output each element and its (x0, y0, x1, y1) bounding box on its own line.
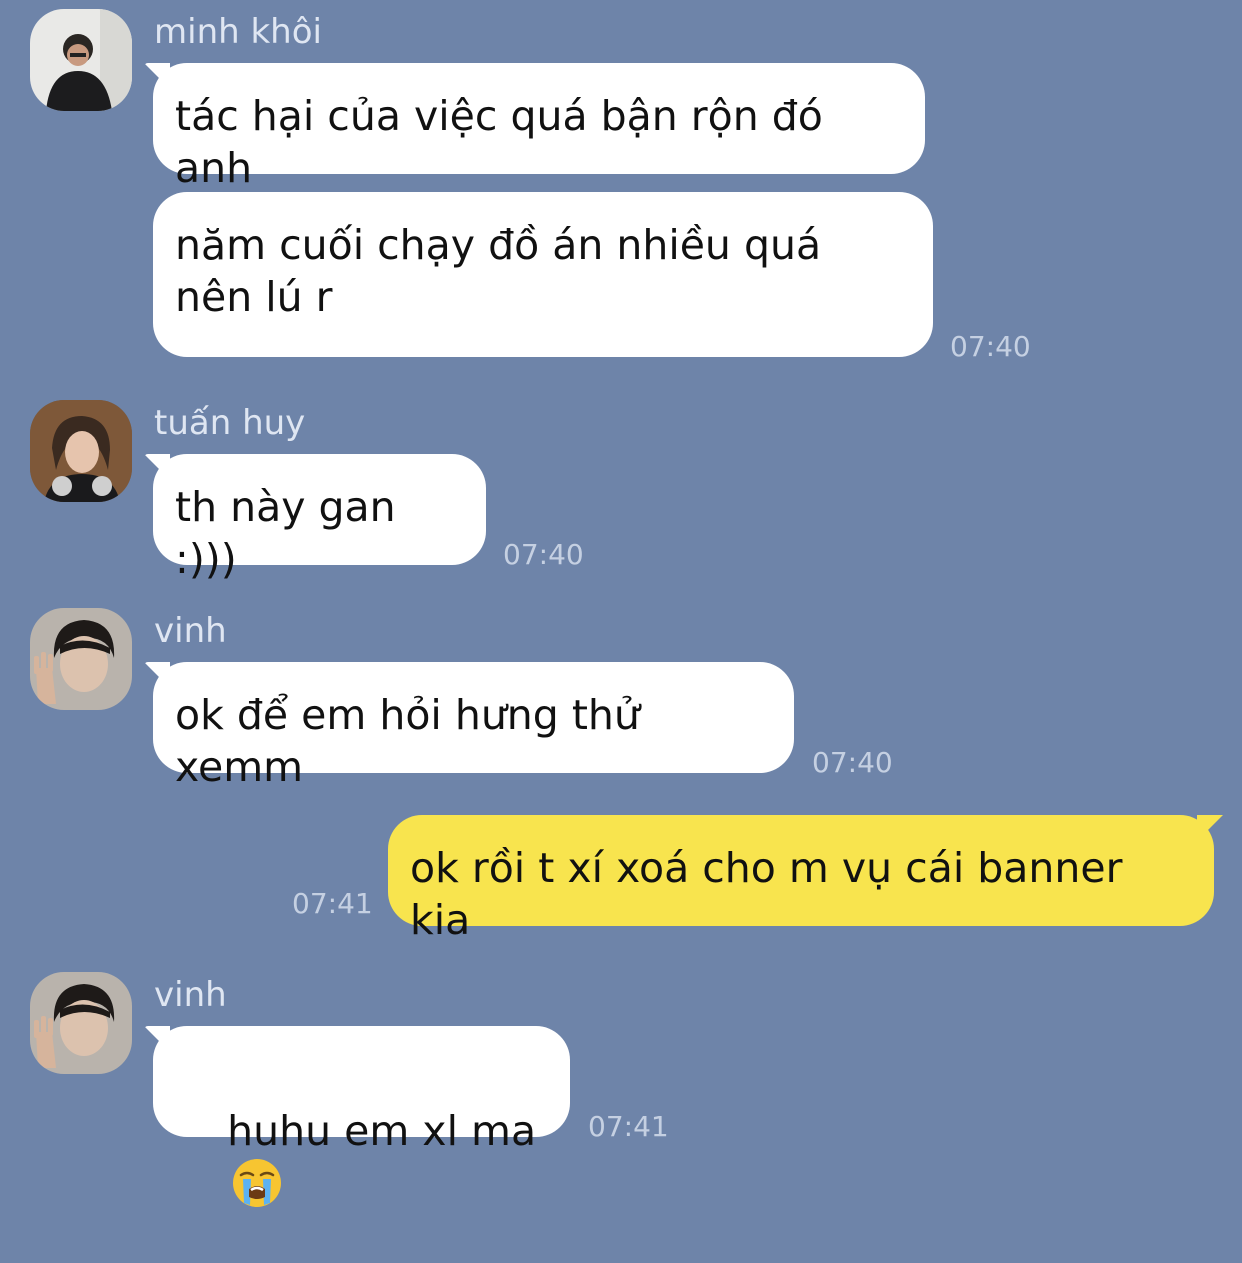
message-bubble[interactable]: tác hại của việc quá bận rộn đó anh (153, 63, 925, 192)
message-timestamp: 07:40 (503, 538, 584, 571)
chat-window: minh khôi tác hại của việc quá bận rộn đ… (0, 0, 1242, 1207)
message-timestamp: 07:41 (292, 887, 373, 920)
message-bubble[interactable]: ok để em hỏi hưng thử xemm (153, 662, 794, 791)
sender-name: vinh (154, 975, 227, 1015)
message-timestamp: 07:40 (812, 746, 893, 779)
message-text: huhu em xl ma (227, 1107, 537, 1155)
message-bubble[interactable]: năm cuối chạy đồ án nhiều quá nên lú r (153, 192, 933, 357)
avatar-vinh[interactable] (30, 972, 132, 1074)
message-timestamp: 07:40 (950, 330, 1031, 363)
avatar-minh-khoi[interactable] (30, 9, 132, 111)
sender-name: tuấn huy (154, 403, 306, 443)
sender-name: vinh (154, 611, 227, 651)
outgoing-message-bubble[interactable]: ok rồi t xí xoá cho m vụ cái banner kia (388, 815, 1214, 944)
message-bubble[interactable]: th này gan :))) (153, 454, 486, 583)
avatar-vinh[interactable] (30, 608, 132, 710)
message-timestamp: 07:41 (588, 1110, 669, 1143)
sender-name: minh khôi (154, 12, 322, 52)
avatar-tuan-huy[interactable] (30, 400, 132, 502)
loudly-crying-face-icon (233, 1159, 282, 1207)
message-bubble[interactable]: huhu em xl ma (153, 1026, 570, 1207)
